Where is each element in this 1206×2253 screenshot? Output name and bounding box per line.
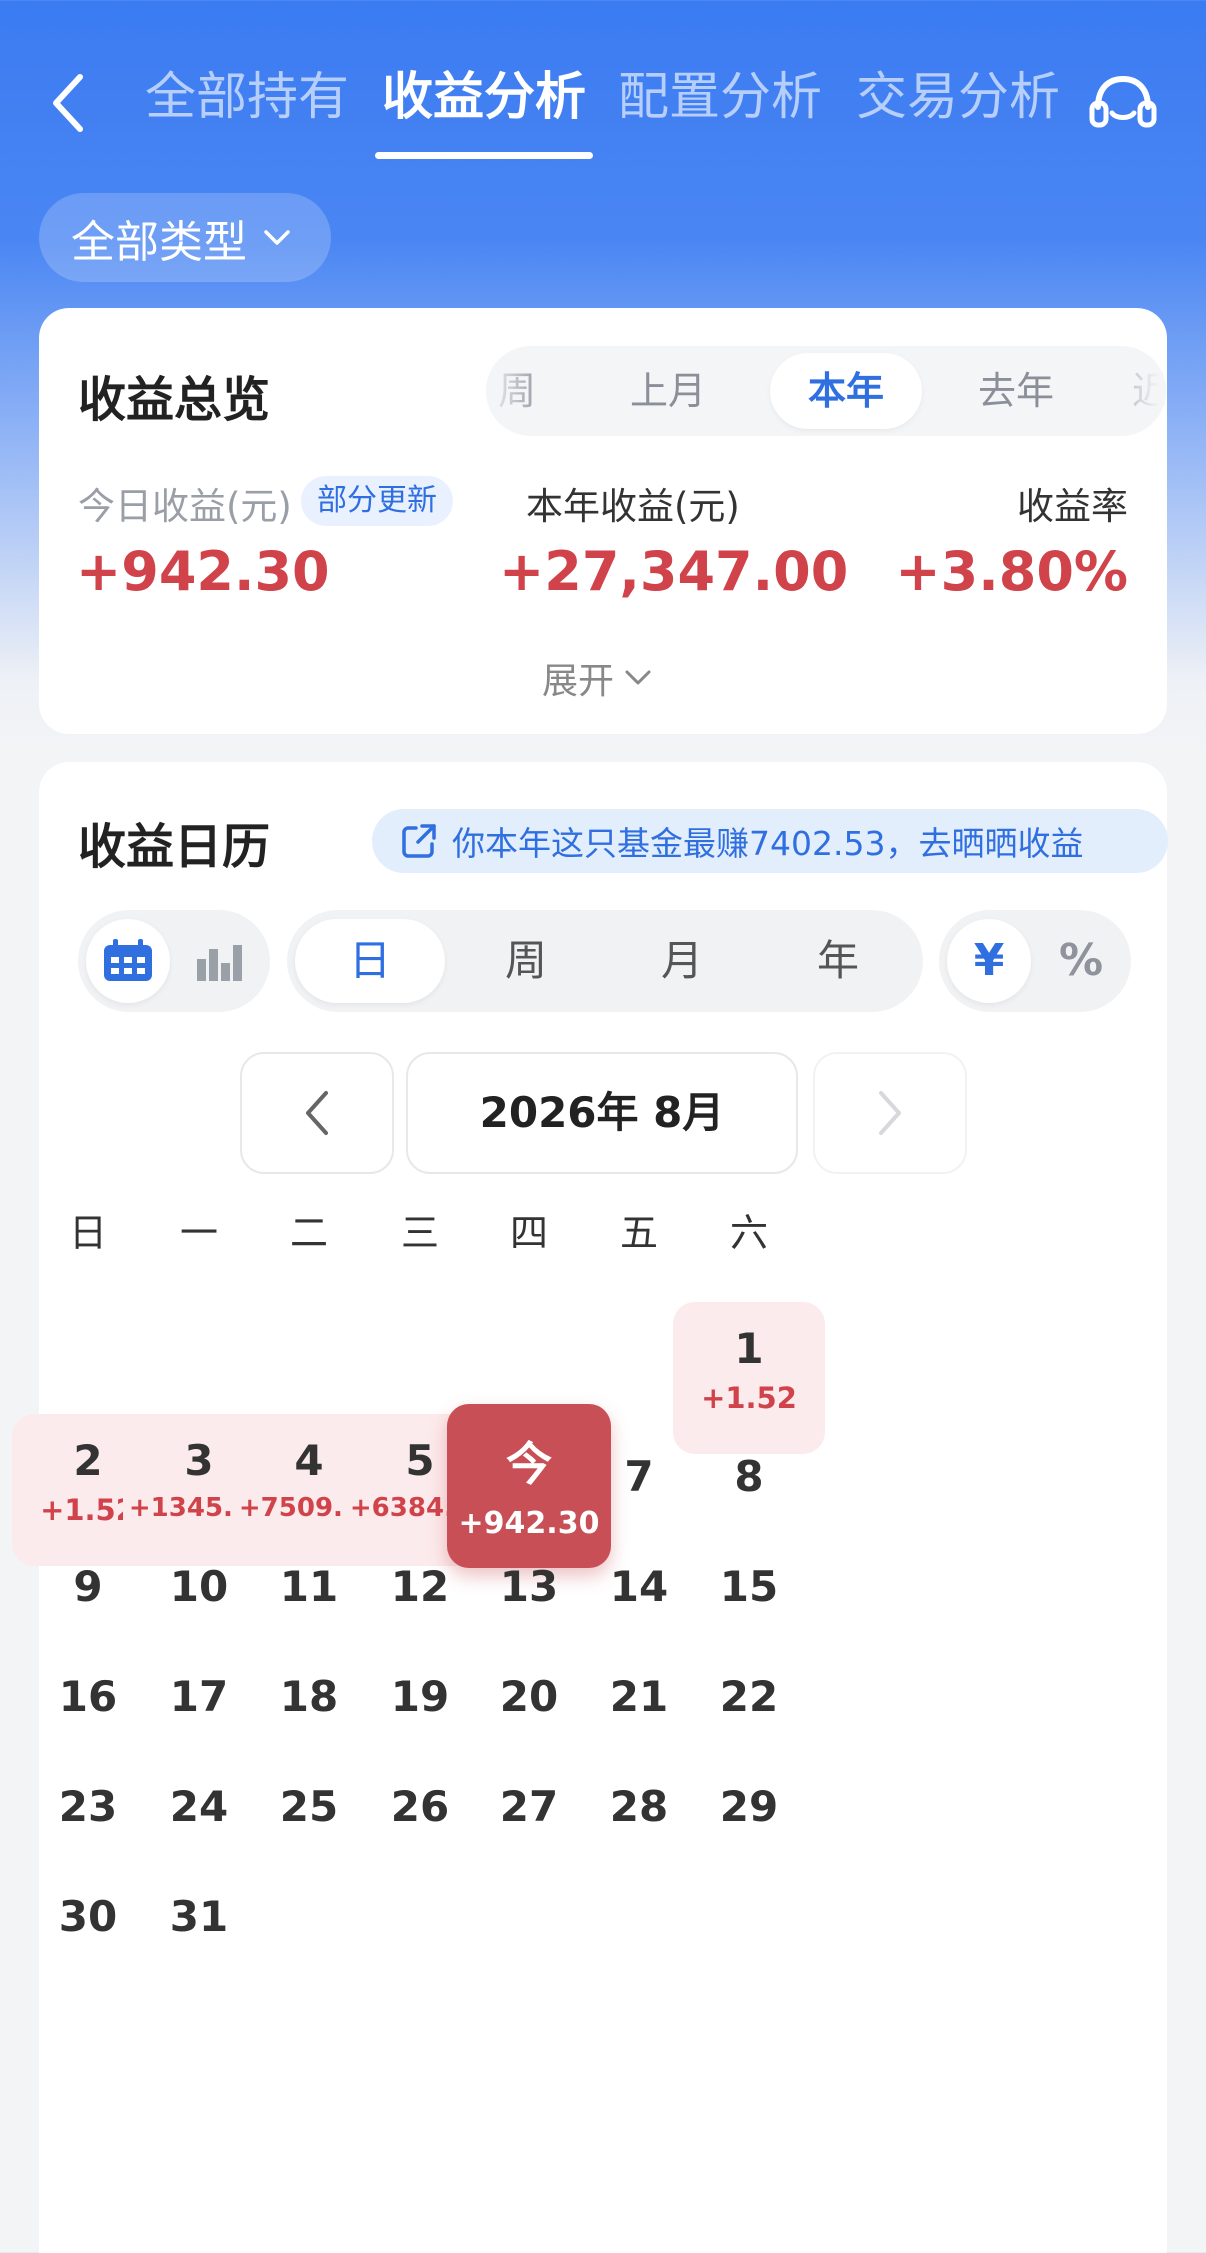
expand-label: 展开 (542, 661, 615, 702)
day-number: 16 (58, 1672, 118, 1721)
day-number: 1 (734, 1324, 764, 1373)
day-number: 31 (169, 1892, 229, 1941)
day-number: 4 (294, 1436, 324, 1485)
day-number: 20 (499, 1672, 559, 1721)
chevron-down-icon (264, 229, 290, 245)
calendar-day[interactable]: 31 (123, 1854, 275, 2006)
share-profit-banner[interactable]: 你本年这只基金最赚7402.53，去晒晒收益 (372, 809, 1168, 873)
prev-month-button[interactable] (240, 1052, 394, 1174)
current-month-label[interactable]: 2026年 8月 (406, 1052, 798, 1174)
tab-trade-analysis[interactable]: 交易分析 (856, 58, 1060, 138)
day-number: 29 (719, 1782, 779, 1831)
customer-service-button[interactable] (1088, 68, 1158, 138)
day-number: 9 (73, 1562, 103, 1611)
unit-percent-button[interactable]: % (1039, 919, 1123, 1003)
year-profit-label: 本年收益(元) (526, 485, 740, 528)
view-mode-toggle (78, 910, 270, 1012)
day-number: 15 (719, 1562, 779, 1611)
bar-chart-icon (197, 945, 242, 981)
granularity-day[interactable]: 日 (295, 919, 445, 1003)
profit-calendar-card: 收益日历 你本年这只基金最赚7402.53，去晒晒收益 日 周 月 年 ¥ % … (12, 762, 1168, 2253)
unit-amount-button[interactable]: ¥ (947, 919, 1031, 1003)
type-filter-dropdown[interactable]: 全部类型 (39, 193, 331, 282)
day-number: 17 (169, 1672, 229, 1721)
active-tab-indicator (375, 152, 593, 159)
expand-button[interactable]: 展开 (542, 648, 652, 708)
day-number: 22 (719, 1672, 779, 1721)
day-number: 24 (169, 1782, 229, 1831)
today-profit-label: 今日收益(元) (78, 485, 292, 528)
unit-toggle: ¥ % (939, 910, 1131, 1012)
day-number: 11 (279, 1562, 339, 1611)
granularity-year[interactable]: 年 (763, 919, 913, 1003)
period-tab-last-month[interactable]: 上月 (598, 346, 738, 436)
chevron-right-icon (879, 1091, 901, 1135)
partial-update-badge: 部分更新 (301, 476, 453, 526)
top-nav: 全部持有 收益分析 配置分析 交易分析 (0, 0, 1206, 175)
day-number: 25 (279, 1782, 339, 1831)
next-month-button[interactable] (813, 1052, 967, 1174)
tab-all-holdings[interactable]: 全部持有 (145, 58, 349, 138)
day-number: 7 (624, 1452, 654, 1501)
share-link-icon (402, 824, 436, 858)
calendar-title: 收益日历 (78, 819, 271, 875)
period-selector: 周 上月 本年 去年 近 (486, 346, 1166, 436)
day-number: 2 (73, 1436, 103, 1485)
day-number: 今 (506, 1437, 552, 1491)
tab-profit-analysis[interactable]: 收益分析 (382, 58, 586, 138)
day-number: 13 (499, 1562, 559, 1611)
day-profit-amount: +1.52 (40, 1493, 136, 1527)
today-profit-value: +942.30 (76, 540, 330, 603)
granularity-week[interactable]: 周 (451, 919, 601, 1003)
day-number: 8 (734, 1452, 764, 1501)
day-number: 19 (390, 1672, 450, 1721)
chart-view-button[interactable] (178, 919, 262, 1003)
day-number: 27 (499, 1782, 559, 1831)
year-profit-value: +27,347.00 (499, 540, 849, 603)
period-tab-last-year[interactable]: 去年 (946, 346, 1086, 436)
day-number: 26 (390, 1782, 450, 1831)
day-profit-amount: +1.52 (701, 1381, 797, 1415)
granularity-month[interactable]: 月 (607, 919, 757, 1003)
calendar-view-button[interactable] (86, 919, 170, 1003)
back-button[interactable] (40, 68, 96, 138)
calendar-icon (104, 939, 152, 981)
overview-title: 收益总览 (78, 372, 271, 428)
return-rate-label: 收益率 (1017, 485, 1128, 528)
day-number: 3 (184, 1436, 214, 1485)
granularity-toggle: 日 周 月 年 (287, 910, 923, 1012)
calendar-day[interactable]: 29 (673, 1744, 825, 1896)
headset-icon (1089, 75, 1157, 128)
day-number: 5 (405, 1436, 435, 1485)
day-number: 28 (609, 1782, 669, 1831)
tab-allocation-analysis[interactable]: 配置分析 (618, 58, 822, 138)
day-number: 12 (390, 1562, 450, 1611)
day-number: 14 (609, 1562, 669, 1611)
return-rate-value: +3.80% (895, 540, 1128, 603)
chevron-left-icon (53, 74, 83, 132)
chevron-down-icon (625, 670, 651, 685)
day-number: 30 (58, 1892, 118, 1941)
day-number: 18 (279, 1672, 339, 1721)
weekday-sat: 六 (729, 1211, 768, 1255)
day-number: 21 (609, 1672, 669, 1721)
period-tab-this-year[interactable]: 本年 (770, 353, 922, 429)
share-banner-text: 你本年这只基金最赚7402.53，去晒晒收益 (452, 824, 1084, 863)
day-number: 10 (169, 1562, 229, 1611)
profit-overview-card: 收益总览 周 上月 本年 去年 近 今日收益(元) 部分更新 本年收益(元) 收… (39, 308, 1167, 734)
type-filter-label: 全部类型 (71, 216, 247, 268)
day-number: 23 (58, 1782, 118, 1831)
chevron-left-icon (306, 1091, 328, 1135)
